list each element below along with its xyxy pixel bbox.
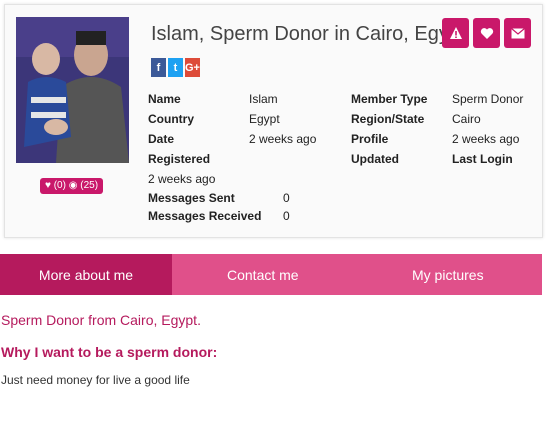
profile-actions [442, 18, 531, 48]
registered-value: 2 weeks ago [148, 172, 216, 186]
tab-contact-me[interactable]: Contact me [172, 254, 412, 295]
tab-my-pictures[interactable]: My pictures [412, 254, 542, 295]
heart-icon [480, 27, 493, 39]
google-plus-icon[interactable]: G+ [185, 58, 200, 77]
name-value: Islam [249, 92, 278, 106]
tab-more-about-me[interactable]: More about me [0, 254, 172, 295]
country-label: Country [148, 112, 194, 126]
likes-count: (0) [53, 180, 66, 191]
country-value: Egypt [249, 112, 280, 126]
messages-received-value: 0 [283, 209, 290, 223]
warning-icon [449, 27, 462, 39]
likes-views-badge[interactable]: ♥ (0) ◉ (25) [40, 178, 104, 194]
date-value: 2 weeks ago [249, 132, 317, 146]
last-login-label: Last Login [452, 152, 513, 166]
facebook-icon[interactable]: f [151, 58, 166, 77]
region-label: Region/State [351, 112, 425, 126]
profile-label: Profile [351, 132, 389, 146]
member-type-value: Sperm Donor [452, 92, 524, 106]
updated-label: Updated [351, 152, 399, 166]
profile-card: ♥ (0) ◉ (25) Islam, Sperm Donor in Cairo… [4, 4, 543, 238]
profile-photo[interactable] [16, 17, 129, 163]
intro-text: Sperm Donor from Cairo, Egypt. [1, 312, 201, 328]
views-count: (25) [80, 180, 99, 191]
twitter-icon[interactable]: t [168, 58, 183, 77]
name-label: Name [148, 92, 181, 106]
why-heading: Why I want to be a sperm donor: [1, 344, 218, 360]
messages-received-label: Messages Received [148, 209, 262, 223]
message-button[interactable] [504, 18, 531, 48]
member-type-label: Member Type [351, 92, 428, 106]
why-answer: Just need money for live a good life [1, 373, 190, 387]
messages-sent-label: Messages Sent [148, 191, 235, 205]
eye-icon: ◉ [68, 180, 78, 191]
profile-value: 2 weeks ago [452, 132, 520, 146]
envelope-icon [510, 27, 525, 38]
region-value: Cairo [452, 112, 481, 126]
page-title: Islam, Sperm Donor in Cairo, Egypt [151, 23, 466, 45]
profile-tabs: More about me Contact me My pictures [0, 254, 542, 295]
favorite-button[interactable] [473, 18, 500, 48]
heart-icon: ♥ [45, 180, 51, 191]
social-share: f t G+ [151, 58, 200, 77]
registered-label: Registered [148, 152, 211, 166]
date-label: Date [148, 132, 175, 146]
report-button[interactable] [442, 18, 469, 48]
messages-sent-value: 0 [283, 191, 290, 205]
